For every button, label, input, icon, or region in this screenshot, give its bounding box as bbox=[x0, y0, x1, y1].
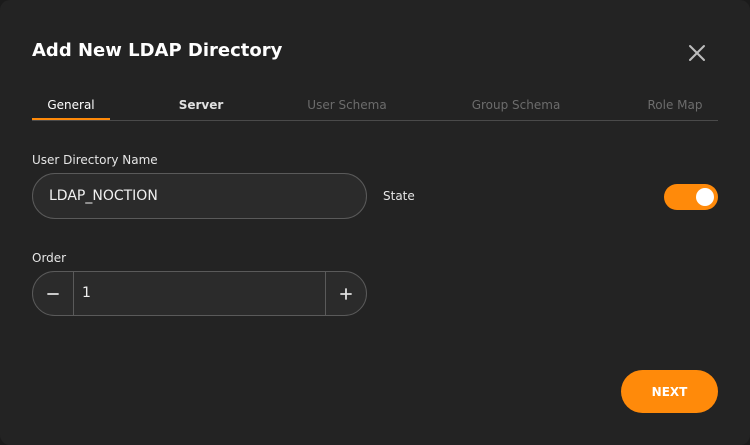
order-label: Order bbox=[32, 251, 67, 265]
state-label: State bbox=[383, 189, 415, 203]
order-value[interactable]: 1 bbox=[82, 285, 91, 301]
directory-name-input[interactable] bbox=[32, 173, 367, 219]
ldap-dialog: Add New LDAP Directory General Server Us… bbox=[0, 0, 750, 445]
next-button[interactable]: NEXT bbox=[621, 370, 718, 413]
minus-icon bbox=[47, 292, 59, 295]
tab-user-schema[interactable]: User Schema bbox=[300, 98, 394, 119]
order-stepper: 1 bbox=[32, 271, 367, 316]
plus-icon bbox=[340, 287, 352, 300]
tab-bar: General Server User Schema Group Schema … bbox=[32, 92, 718, 121]
tab-general[interactable]: General bbox=[32, 98, 110, 120]
toggle-knob bbox=[696, 188, 714, 206]
directory-name-label: User Directory Name bbox=[32, 153, 158, 167]
tab-role-map[interactable]: Role Map bbox=[640, 98, 710, 119]
tab-group-schema[interactable]: Group Schema bbox=[468, 98, 564, 119]
decrement-button[interactable] bbox=[33, 272, 74, 315]
increment-button[interactable] bbox=[325, 272, 366, 315]
tab-server[interactable]: Server bbox=[162, 98, 240, 119]
dialog-title: Add New LDAP Directory bbox=[32, 40, 283, 61]
close-button[interactable] bbox=[684, 40, 710, 66]
close-icon bbox=[689, 45, 705, 61]
state-toggle[interactable] bbox=[664, 184, 718, 210]
